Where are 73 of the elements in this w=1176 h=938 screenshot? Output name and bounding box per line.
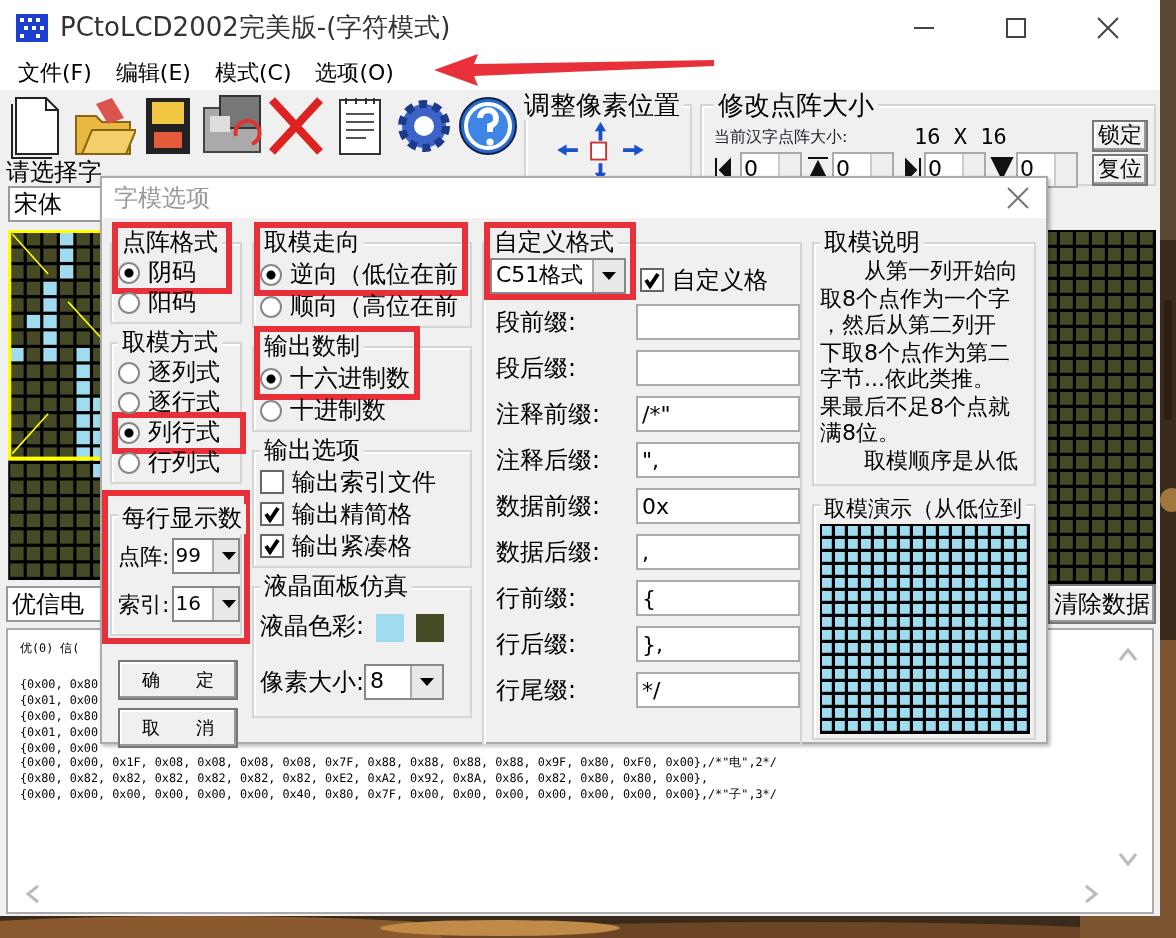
input-field[interactable] (636, 304, 800, 340)
group-title: 液晶面板仿真 (260, 572, 412, 602)
radio-button[interactable]: 列行式 (118, 418, 240, 448)
close-icon[interactable] (1006, 186, 1030, 210)
input-field[interactable]: ", (636, 442, 800, 478)
checkbox[interactable]: 自定义格 (640, 264, 768, 296)
field-label: 数据后缀: (494, 535, 603, 569)
radio-button[interactable]: 十六进制数 (260, 362, 410, 394)
app-icon (16, 14, 48, 42)
radio-button[interactable]: 阳码 (118, 288, 240, 318)
reset-button[interactable]: 复位 (1092, 153, 1148, 185)
input-field[interactable]: , (636, 534, 800, 570)
dialog-title: 字模选项 (114, 181, 210, 215)
group-title: 取模方式 (118, 328, 222, 358)
menu-item[interactable]: 编辑(E) (115, 58, 191, 88)
group-title: 每行显示数 (118, 504, 246, 534)
caption-text: 当前汉字点阵大小: (714, 125, 850, 147)
field-label: 行尾缀: (494, 673, 579, 707)
dropdown[interactable]: 16 (171, 586, 240, 622)
menu-item[interactable]: 文件(F) (18, 58, 92, 88)
lock-button[interactable]: 锁定 (1092, 120, 1148, 152)
input-field[interactable]: */ (636, 672, 800, 708)
field-label: 液晶色彩: (260, 610, 365, 644)
group-title: 修改点阵大小 (714, 90, 878, 120)
field-label: 像素大小: (260, 665, 365, 699)
input-field[interactable]: }, (636, 626, 800, 662)
menu-item[interactable]: 模式(C) (214, 58, 292, 88)
cancel-button[interactable]: 取 消 (118, 708, 238, 748)
dropdown[interactable]: C51格式 (490, 258, 626, 294)
group-title: 取模演示（从低位到 (820, 494, 1026, 524)
group-title: 点阵格式 (118, 228, 222, 258)
input-field[interactable]: /*" (636, 396, 800, 432)
color-swatch[interactable] (376, 613, 405, 641)
field-label: 索引: (118, 589, 170, 619)
radio-button[interactable]: 行列式 (118, 448, 240, 478)
group-title: 调整像素位置 (520, 90, 684, 120)
field-label: 行前缀: (494, 581, 579, 615)
field-label: 行后缀: (494, 627, 579, 661)
color-swatch[interactable] (416, 613, 445, 641)
clear-button[interactable]: 清除数据 (1048, 584, 1156, 624)
close-icon[interactable] (1096, 16, 1120, 40)
field-label: 数据前缀: (494, 489, 603, 523)
ok-button[interactable]: 确 定 (118, 660, 238, 700)
description-text: 从第一列开始向 取8个点作为一个字 ，然后从第二列开 下取8个点作为第二 字节...依此类推。 果最后不足8个点就 满8位。 取模顺序是从低 (820, 258, 1020, 474)
size-value: 16 X 16 (914, 123, 1009, 149)
window-title: PCtoLCD2002完美版-(字符模式) (60, 10, 453, 46)
group-title: 输出数制 (260, 332, 364, 362)
input-field[interactable] (636, 350, 800, 386)
field-label: 注释前缀: (494, 397, 603, 431)
menu-item[interactable]: 选项(O) (315, 58, 394, 88)
field-label: 点阵: (118, 541, 170, 571)
checkbox[interactable]: 输出精简格 (260, 498, 470, 530)
dropdown[interactable]: 8 (364, 664, 445, 700)
checkbox[interactable]: 输出紧凑格 (260, 530, 470, 562)
dropdown[interactable]: 99 (171, 538, 240, 574)
maximize-icon[interactable] (1004, 16, 1028, 40)
field-label: 注释后缀: (494, 443, 603, 477)
help-icon[interactable] (456, 91, 520, 159)
radio-button[interactable]: 顺向（高位在前 (260, 290, 470, 322)
radio-button[interactable]: 逐列式 (118, 358, 220, 388)
radio-button[interactable]: 逆向（低位在前 (260, 258, 458, 290)
group-title: 输出选项 (260, 436, 364, 466)
field-label: 请选择字 (4, 160, 104, 186)
group-title: 自定义格式 (490, 228, 618, 258)
input-field[interactable]: 0x (636, 488, 800, 524)
input-field[interactable]: { (636, 580, 800, 616)
radio-button[interactable]: 阴码 (118, 258, 196, 288)
group-title: 取模走向 (260, 228, 364, 258)
field-label: 段后缀: (494, 351, 579, 385)
radio-button[interactable]: 十进制数 (260, 394, 470, 426)
field-label: 段前缀: (494, 305, 579, 339)
checkbox[interactable]: 输出索引文件 (260, 466, 470, 498)
group-title: 取模说明 (820, 228, 924, 258)
